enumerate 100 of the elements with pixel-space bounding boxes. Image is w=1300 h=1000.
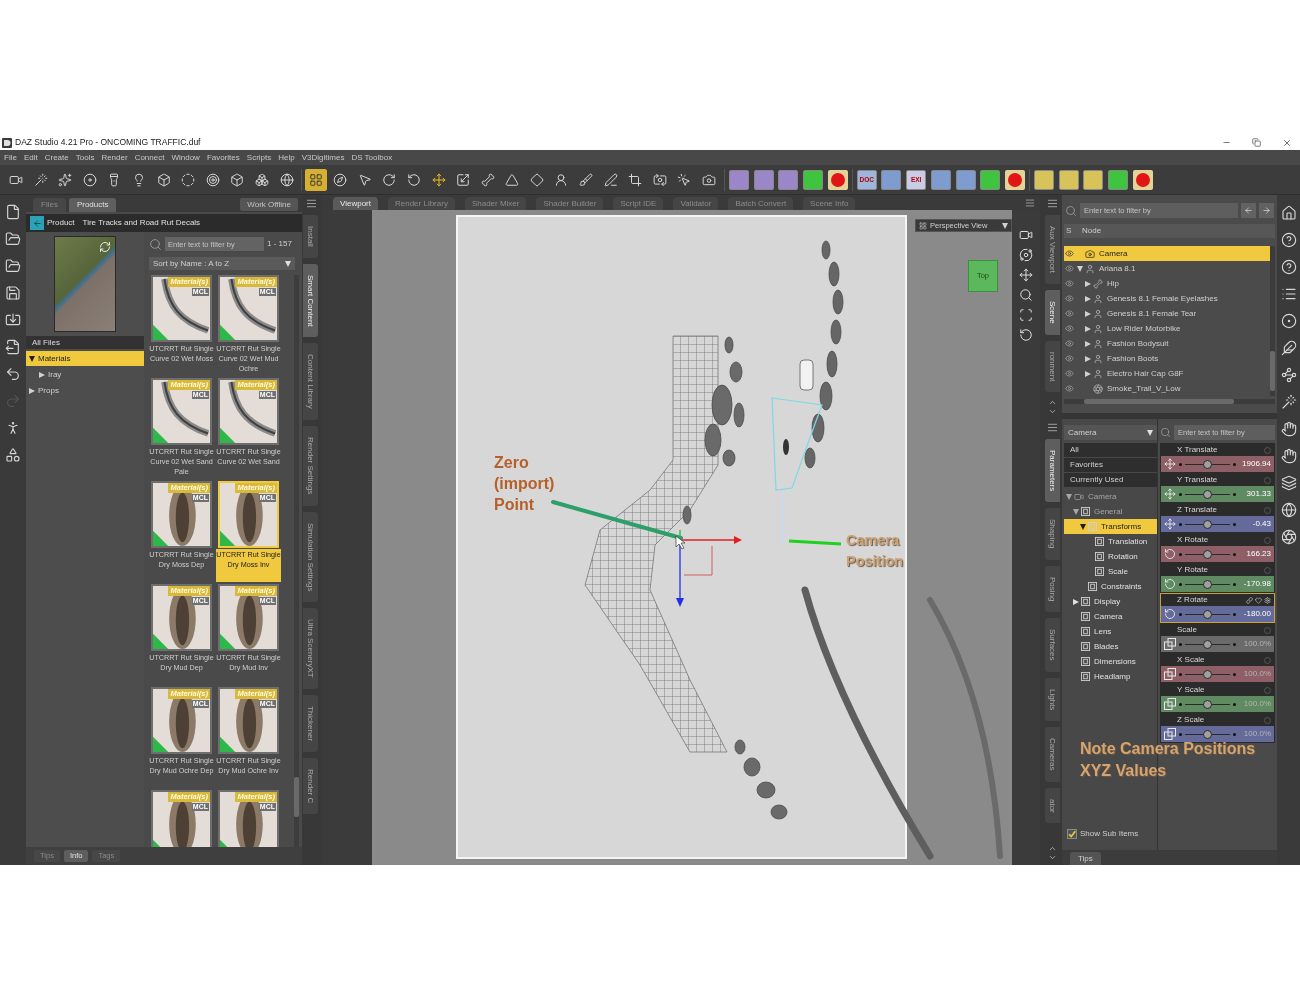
scene-node[interactable]: Genesis 8.1 Female Tear [1064, 306, 1270, 321]
menu-item[interactable]: Render [101, 151, 128, 164]
camera-icon[interactable] [1019, 228, 1033, 242]
property-group[interactable]: Display [1064, 594, 1157, 609]
slider-track[interactable] [1185, 579, 1230, 589]
scene-node[interactable]: Smoke_Trail_V_Low [1064, 381, 1270, 396]
eye-icon[interactable] [1065, 249, 1074, 258]
pan-arrows-icon[interactable] [1019, 268, 1033, 282]
scene-node[interactable]: Fashion Boots [1064, 351, 1270, 366]
slider-knob[interactable] [1203, 519, 1212, 529]
layers-icon[interactable] [1280, 475, 1297, 491]
side-tab[interactable]: Posing [1045, 565, 1060, 613]
node-dropdown[interactable]: Camera [1064, 425, 1157, 440]
column-header[interactable]: S [1064, 225, 1076, 237]
caret-down-icon[interactable] [29, 355, 35, 362]
caret-right-icon[interactable] [29, 387, 35, 394]
link-icon[interactable] [1246, 596, 1253, 604]
property-group[interactable]: Rotation [1064, 549, 1157, 564]
script-button[interactable] [1058, 169, 1079, 190]
globe-icon[interactable] [1280, 502, 1297, 518]
scene-node[interactable]: Electro Hair Cap G8F [1064, 366, 1270, 381]
caret-down-icon[interactable] [1002, 222, 1008, 229]
side-tab[interactable]: Cameras [1045, 727, 1060, 782]
view-tab[interactable]: Render Library [388, 197, 455, 210]
nodes-icon[interactable] [1280, 367, 1297, 383]
property-group[interactable]: Camera [1064, 609, 1157, 624]
caret-right-icon[interactable] [1085, 370, 1091, 377]
script-button[interactable] [1033, 169, 1054, 190]
undo-icon[interactable] [5, 366, 21, 382]
script-button[interactable] [980, 169, 1001, 190]
slider-track[interactable] [1185, 609, 1230, 619]
menu-item[interactable]: Edit [23, 151, 38, 164]
slider-track[interactable] [1185, 549, 1230, 559]
restore-icon[interactable] [1252, 138, 1261, 147]
menu-item[interactable]: Favorites [206, 151, 240, 164]
feather-icon[interactable] [1280, 340, 1297, 356]
property-group[interactable]: Translation [1064, 534, 1157, 549]
side-tab[interactable]: ator [1045, 787, 1060, 824]
panel-tab[interactable]: Products [68, 198, 117, 212]
view-tab[interactable]: Script IDE [613, 197, 664, 210]
scrollbar[interactable] [294, 275, 299, 847]
slider-track[interactable] [1185, 459, 1230, 469]
menu-item[interactable]: Connect [134, 151, 165, 164]
property-value[interactable]: -170.98 [1239, 578, 1271, 590]
frame-icon[interactable] [1019, 308, 1033, 322]
menu-item[interactable]: Scripts [246, 151, 272, 164]
close-icon[interactable] [1282, 137, 1292, 148]
script-button[interactable] [803, 169, 824, 190]
script-button[interactable] [778, 169, 799, 190]
script-button[interactable] [881, 169, 902, 190]
scene-node[interactable]: Genesis 8.1 Female Eyelashes [1064, 291, 1270, 306]
menu-item[interactable]: Help [278, 151, 295, 164]
caret-right-icon[interactable] [1073, 598, 1079, 605]
checkbox[interactable] [1067, 829, 1077, 839]
category-item[interactable]: Iray [26, 367, 144, 382]
side-tab[interactable]: Surfaces [1045, 618, 1060, 672]
view-tab[interactable]: Viewport [333, 197, 378, 210]
slider-track[interactable] [1185, 489, 1230, 499]
menu-item[interactable]: Window [171, 151, 200, 164]
slider-knob[interactable] [1203, 489, 1212, 499]
panel-tab[interactable]: Tips [1070, 852, 1101, 865]
view-tab[interactable]: Validator [673, 197, 719, 210]
view-tab[interactable]: Shader Builder [536, 197, 604, 210]
property-group[interactable]: Scale [1064, 564, 1157, 579]
zoom-icon[interactable] [1019, 288, 1033, 302]
scene-node[interactable]: Low Rider Motorbike [1064, 321, 1270, 336]
caret-right-icon[interactable] [1085, 295, 1091, 302]
script-button[interactable] [955, 169, 976, 190]
scroll-up-icon[interactable] [1048, 844, 1057, 853]
script-button[interactable] [729, 169, 750, 190]
property-group[interactable]: Transforms [1064, 519, 1157, 534]
scrollbar[interactable] [1064, 399, 1275, 404]
side-tab[interactable]: Aux Viewport [1045, 215, 1060, 284]
category-item[interactable]: Props [26, 383, 144, 398]
filter-item[interactable]: All [1064, 443, 1157, 457]
caret-right-icon[interactable] [39, 371, 45, 378]
slider-track[interactable] [1185, 519, 1230, 529]
view-tab[interactable]: Batch Convert [728, 197, 794, 210]
figure-icon[interactable] [5, 420, 21, 436]
property-group[interactable]: Dimensions [1064, 654, 1157, 669]
property-value[interactable]: 166.23 [1239, 548, 1271, 560]
shapes-icon[interactable] [5, 447, 21, 463]
scroll-down-icon[interactable] [1048, 853, 1057, 862]
work-offline-button[interactable]: Work Offline [240, 198, 298, 211]
import-icon[interactable] [5, 312, 21, 328]
menu-item[interactable]: File [4, 151, 17, 164]
side-tab[interactable]: ronment [1045, 340, 1060, 393]
list-icon[interactable] [1280, 286, 1297, 302]
caret-down-icon[interactable] [1080, 523, 1086, 530]
folder-open-icon[interactable] [5, 231, 21, 247]
scrollbar[interactable] [1270, 246, 1275, 396]
category-item[interactable]: Materials [26, 351, 144, 366]
grid-icon[interactable] [919, 221, 927, 230]
scene-node[interactable]: Ariana 8.1 [1064, 261, 1270, 276]
property-value[interactable]: 1906.94 [1239, 458, 1271, 470]
script-button[interactable] [1083, 169, 1104, 190]
side-tab[interactable]: Smart Content [303, 263, 318, 338]
side-tab[interactable]: Parameters [1045, 439, 1060, 503]
side-tab[interactable]: Scene [1045, 290, 1060, 335]
orbit-icon[interactable] [1019, 248, 1033, 262]
